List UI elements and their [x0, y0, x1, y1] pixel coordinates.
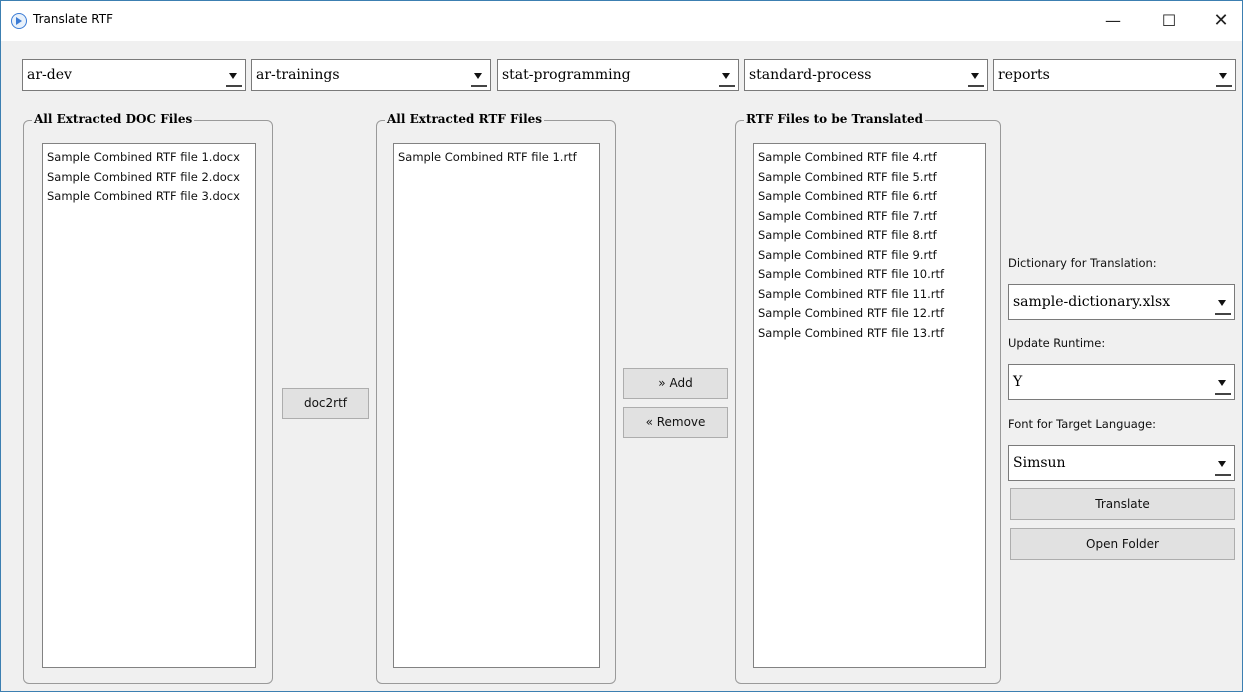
dictionary-select[interactable]: sample-dictionary.xlsx: [1008, 284, 1235, 320]
dropdown-2-value: ar-trainings: [256, 67, 340, 83]
list-item[interactable]: Sample Combined RTF file 7.rtf: [758, 207, 981, 227]
rtf-files-list[interactable]: Sample Combined RTF file 1.rtf: [393, 143, 600, 668]
list-item[interactable]: Sample Combined RTF file 12.rtf: [758, 304, 981, 324]
title-bar: Translate RTF — ☐ ✕: [1, 1, 1242, 41]
doc-files-group-title: All Extracted DOC Files: [32, 112, 195, 126]
app-window: Translate RTF — ☐ ✕ ar-dev ar-trainings …: [0, 0, 1243, 692]
rtf-files-group-title: All Extracted RTF Files: [385, 112, 545, 126]
list-item[interactable]: Sample Combined RTF file 5.rtf: [758, 168, 981, 188]
minimize-button[interactable]: —: [1091, 7, 1135, 35]
list-item[interactable]: Sample Combined RTF file 1.docx: [47, 148, 251, 168]
list-item[interactable]: Sample Combined RTF file 3.docx: [47, 187, 251, 207]
chevron-down-icon: [1215, 369, 1231, 395]
chevron-down-icon: [226, 63, 242, 87]
dropdown-3-value: stat-programming: [502, 67, 631, 83]
runtime-value: Y: [1013, 374, 1023, 390]
doc2rtf-button[interactable]: doc2rtf: [282, 388, 369, 419]
list-item[interactable]: Sample Combined RTF file 9.rtf: [758, 246, 981, 266]
doc-files-group: All Extracted DOC Files Sample Combined …: [23, 112, 273, 684]
add-button[interactable]: » Add: [623, 368, 728, 399]
translate-button[interactable]: Translate: [1010, 488, 1235, 520]
list-item[interactable]: Sample Combined RTF file 8.rtf: [758, 226, 981, 246]
chevron-down-icon: [1216, 63, 1232, 87]
maximize-button[interactable]: ☐: [1147, 7, 1191, 35]
window-title: Translate RTF: [33, 12, 113, 26]
list-item[interactable]: Sample Combined RTF file 1.rtf: [398, 148, 595, 168]
chevron-down-icon: [968, 63, 984, 87]
chevron-down-icon: [1215, 450, 1231, 476]
dictionary-label: Dictionary for Translation:: [1008, 256, 1157, 270]
chevron-down-icon: [1215, 289, 1231, 315]
list-item[interactable]: Sample Combined RTF file 4.rtf: [758, 148, 981, 168]
translate-files-list[interactable]: Sample Combined RTF file 4.rtf Sample Co…: [753, 143, 986, 668]
list-item[interactable]: Sample Combined RTF file 10.rtf: [758, 265, 981, 285]
chevron-down-icon: [719, 63, 735, 87]
dropdown-1-value: ar-dev: [27, 67, 72, 83]
dictionary-value: sample-dictionary.xlsx: [1013, 294, 1171, 310]
dropdown-3[interactable]: stat-programming: [497, 59, 739, 91]
close-button[interactable]: ✕: [1199, 7, 1243, 35]
font-label: Font for Target Language:: [1008, 417, 1157, 431]
list-item[interactable]: Sample Combined RTF file 11.rtf: [758, 285, 981, 305]
open-folder-button[interactable]: Open Folder: [1010, 528, 1235, 560]
dropdown-4[interactable]: standard-process: [744, 59, 988, 91]
font-value: Simsun: [1013, 455, 1066, 471]
translate-files-group: RTF Files to be Translated Sample Combin…: [735, 112, 1001, 684]
remove-button[interactable]: « Remove: [623, 407, 728, 438]
rtf-files-group: All Extracted RTF Files Sample Combined …: [376, 112, 616, 684]
font-select[interactable]: Simsun: [1008, 445, 1235, 481]
list-item[interactable]: Sample Combined RTF file 2.docx: [47, 168, 251, 188]
dropdown-2[interactable]: ar-trainings: [251, 59, 491, 91]
doc-files-list[interactable]: Sample Combined RTF file 1.docx Sample C…: [42, 143, 256, 668]
dropdown-4-value: standard-process: [749, 67, 872, 83]
dropdown-5-value: reports: [998, 67, 1050, 83]
dropdown-5[interactable]: reports: [993, 59, 1236, 91]
translate-files-group-title: RTF Files to be Translated: [744, 112, 926, 126]
runtime-select[interactable]: Y: [1008, 364, 1235, 400]
dropdown-1[interactable]: ar-dev: [22, 59, 246, 91]
app-icon: [11, 13, 27, 29]
chevron-down-icon: [471, 63, 487, 87]
list-item[interactable]: Sample Combined RTF file 13.rtf: [758, 324, 981, 344]
list-item[interactable]: Sample Combined RTF file 6.rtf: [758, 187, 981, 207]
runtime-label: Update Runtime:: [1008, 336, 1106, 350]
